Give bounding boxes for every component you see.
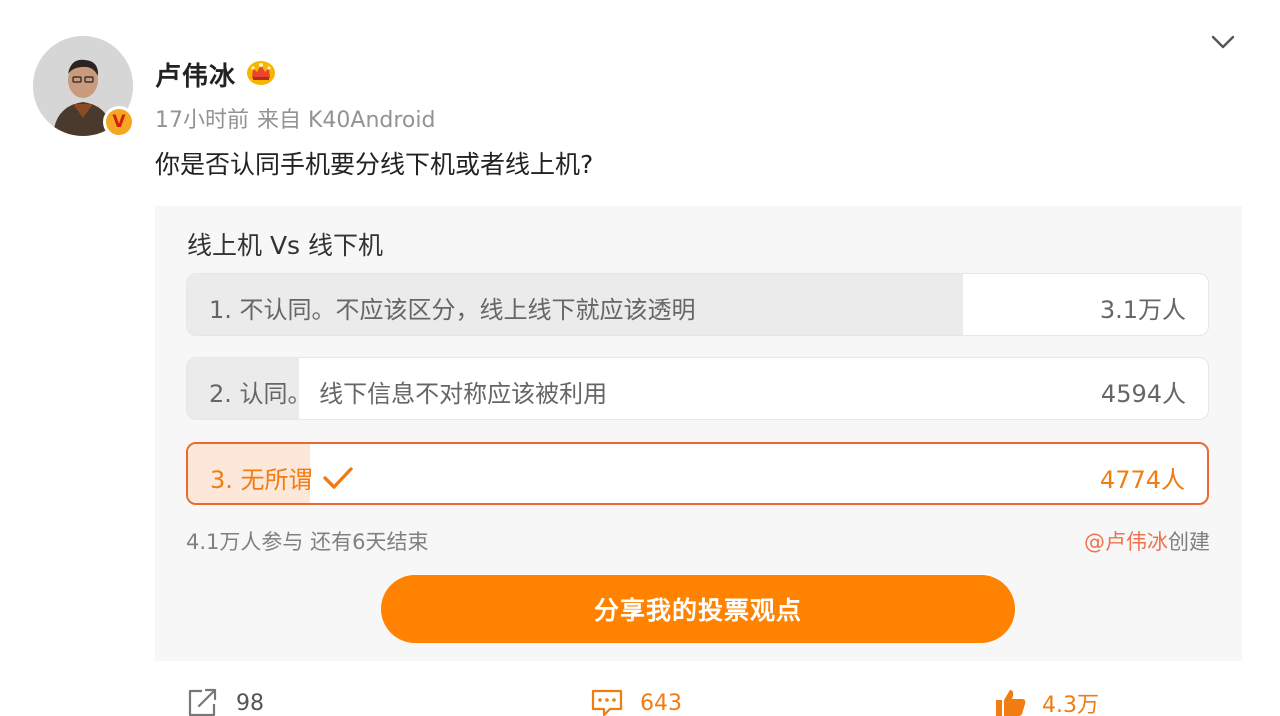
poll-participants: 4.1万人参与 — [186, 530, 304, 554]
comment-button[interactable]: 643 — [590, 686, 682, 716]
comment-count: 643 — [640, 690, 682, 716]
poll-card: 线上机 Vs 线下机 1. 不认同。不应该区分，线上线下就应该透明 3.1万人 … — [155, 206, 1242, 661]
like-icon — [996, 690, 1026, 716]
share-vote-button[interactable]: 分享我的投票观点 — [381, 575, 1015, 643]
repost-count: 98 — [236, 690, 264, 716]
poll-option-1[interactable]: 1. 不认同。不应该区分，线上线下就应该透明 3.1万人 — [186, 273, 1209, 336]
post-meta: 17小时前 来自 K40Android — [155, 102, 435, 134]
comment-icon — [591, 689, 623, 716]
username[interactable]: 卢伟冰 — [155, 56, 236, 93]
poll-option-count: 4594人 — [1100, 380, 1186, 408]
poll-option-label: 3. 无所谓 — [210, 460, 355, 495]
post-time[interactable]: 17小时前 — [155, 108, 249, 133]
poll-stats: 4.1万人参与 还有6天结束 — [186, 526, 428, 556]
checkmark-icon — [322, 467, 353, 489]
poll-title: 线上机 Vs 线下机 — [187, 231, 384, 260]
like-count: 4.3万 — [1042, 693, 1099, 716]
repost-icon — [188, 688, 217, 716]
verified-badge: V — [103, 106, 135, 138]
poll-option-2[interactable]: 2. 认同。 线下信息不对称应该被利用 4594人 — [186, 357, 1209, 420]
chevron-down-icon[interactable] — [1208, 30, 1238, 54]
crown-icon[interactable] — [246, 58, 276, 86]
post-text: 你是否认同手机要分线下机或者线上机? — [155, 150, 594, 179]
repost-button[interactable]: 98 — [186, 686, 264, 716]
poll-option-3[interactable]: 3. 无所谓 4774人 — [186, 442, 1209, 505]
poll-creator: @卢伟冰创建 — [1084, 526, 1210, 556]
poll-option-count: 4774人 — [1099, 466, 1185, 494]
poll-remaining: 还有6天结束 — [310, 530, 429, 554]
poll-option-text: 3. 无所谓 — [210, 466, 313, 494]
like-button[interactable]: 4.3万 — [994, 686, 1099, 716]
poll-option-label: 2. 认同。 线下信息不对称应该被利用 — [209, 380, 608, 408]
poll-option-count: 3.1万人 — [1099, 296, 1186, 324]
verified-badge-letter: V — [112, 112, 126, 132]
creator-mention-link[interactable]: @卢伟冰 — [1084, 530, 1168, 554]
creator-suffix: 创建 — [1168, 530, 1210, 554]
avatar-container[interactable]: V — [33, 36, 135, 138]
post-source: 来自 K40Android — [257, 108, 436, 133]
poll-option-label: 1. 不认同。不应该区分，线上线下就应该透明 — [209, 296, 696, 324]
